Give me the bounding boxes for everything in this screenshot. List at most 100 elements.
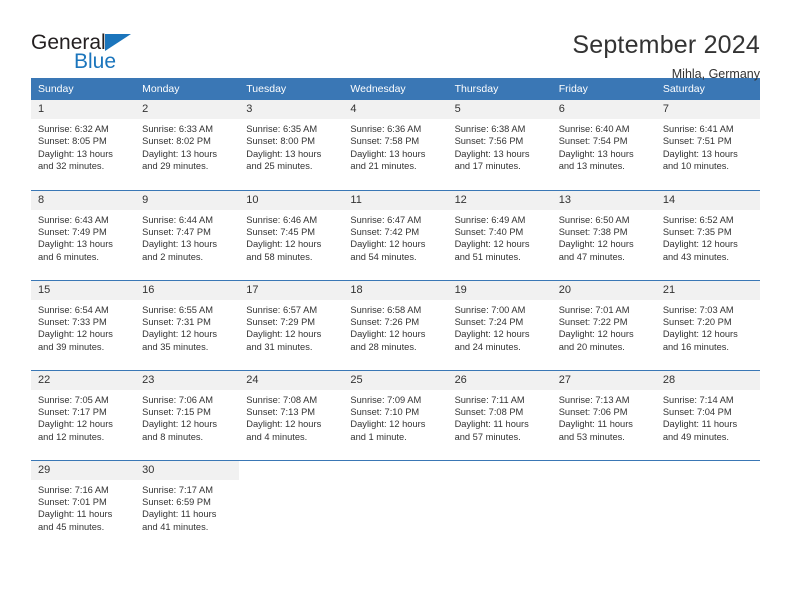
calendar-day-cell[interactable]: 27 Sunrise: 7:13 AM Sunset: 7:06 PM Dayli… bbox=[551, 369, 656, 460]
calendar-body: 1 Sunrise: 6:32 AM Sunset: 8:05 PM Daylig… bbox=[31, 100, 760, 550]
day-sun-info: Sunrise: 6:47 AM Sunset: 7:42 PM Dayligh… bbox=[350, 214, 426, 262]
weekday-header-tuesday: Tuesday bbox=[239, 78, 344, 100]
day-number: 29 bbox=[31, 460, 136, 480]
calendar-day-cell[interactable]: 20 Sunrise: 7:01 AM Sunset: 7:22 PM Dayli… bbox=[551, 279, 656, 370]
day-sun-info: Sunrise: 6:44 AM Sunset: 7:47 PM Dayligh… bbox=[142, 214, 218, 262]
calendar-day-cell[interactable]: 15 Sunrise: 6:54 AM Sunset: 7:33 PM Dayli… bbox=[31, 279, 136, 370]
calendar-day-cell[interactable]: 10 Sunrise: 6:46 AM Sunset: 7:45 PM Dayli… bbox=[239, 189, 344, 280]
calendar-day-cell[interactable]: 14 Sunrise: 6:52 AM Sunset: 7:35 PM Dayli… bbox=[655, 189, 760, 280]
day-number: 9 bbox=[135, 190, 240, 210]
day-sun-info: Sunrise: 6:41 AM Sunset: 7:51 PM Dayligh… bbox=[662, 124, 738, 172]
day-number: 28 bbox=[655, 370, 760, 390]
calendar-day-cell[interactable]: 29 Sunrise: 7:16 AM Sunset: 7:01 PM Dayli… bbox=[31, 459, 136, 550]
calendar-day-cell[interactable]: 23 Sunrise: 7:06 AM Sunset: 7:15 PM Dayli… bbox=[135, 369, 240, 460]
calendar-day-cell-empty bbox=[447, 459, 552, 550]
day-sun-info: Sunrise: 7:05 AM Sunset: 7:17 PM Dayligh… bbox=[38, 394, 113, 442]
calendar-day-cell[interactable]: 8 Sunrise: 6:43 AM Sunset: 7:49 PM Daylig… bbox=[31, 189, 136, 280]
day-number: 26 bbox=[447, 370, 552, 390]
calendar-day-cell[interactable]: 25 Sunrise: 7:09 AM Sunset: 7:10 PM Dayli… bbox=[343, 369, 448, 460]
title-block: September 2024 Mihla, Germany bbox=[572, 30, 760, 82]
day-sun-info: Sunrise: 7:17 AM Sunset: 6:59 PM Dayligh… bbox=[142, 484, 217, 532]
brand-name-blue: Blue bbox=[73, 50, 117, 73]
day-number: 25 bbox=[343, 370, 448, 390]
calendar-week-row: 8 Sunrise: 6:43 AM Sunset: 7:49 PM Daylig… bbox=[31, 189, 760, 280]
day-number: 4 bbox=[343, 100, 448, 119]
calendar-day-cell[interactable]: 26 Sunrise: 7:11 AM Sunset: 7:08 PM Dayli… bbox=[447, 369, 552, 460]
day-number: 16 bbox=[135, 280, 240, 300]
calendar-day-cell[interactable]: 22 Sunrise: 7:05 AM Sunset: 7:17 PM Dayli… bbox=[31, 369, 136, 460]
calendar-day-cell[interactable]: 21 Sunrise: 7:03 AM Sunset: 7:20 PM Dayli… bbox=[655, 279, 760, 370]
calendar-day-cell[interactable]: 24 Sunrise: 7:08 AM Sunset: 7:13 PM Dayli… bbox=[239, 369, 344, 460]
calendar-day-cell-empty bbox=[343, 459, 448, 550]
day-number: 7 bbox=[655, 100, 760, 119]
calendar-day-cell[interactable]: 17 Sunrise: 6:57 AM Sunset: 7:29 PM Dayli… bbox=[239, 279, 344, 370]
weekday-header-monday: Monday bbox=[135, 78, 240, 100]
day-sun-info: Sunrise: 7:08 AM Sunset: 7:13 PM Dayligh… bbox=[246, 394, 322, 442]
calendar-day-cell[interactable]: 7 Sunrise: 6:41 AM Sunset: 7:51 PM Daylig… bbox=[655, 100, 760, 190]
day-sun-info: Sunrise: 7:11 AM Sunset: 7:08 PM Dayligh… bbox=[454, 394, 529, 442]
calendar-day-cell[interactable]: 5 Sunrise: 6:38 AM Sunset: 7:56 PM Daylig… bbox=[447, 100, 552, 190]
day-number: 3 bbox=[239, 100, 344, 119]
weekday-header-wednesday: Wednesday bbox=[343, 78, 448, 100]
weekday-header-thursday: Thursday bbox=[447, 78, 552, 100]
day-sun-info: Sunrise: 6:40 AM Sunset: 7:54 PM Dayligh… bbox=[558, 124, 634, 172]
calendar-day-cell[interactable]: 19 Sunrise: 7:00 AM Sunset: 7:24 PM Dayli… bbox=[447, 279, 552, 370]
calendar-day-cell-empty bbox=[239, 459, 344, 550]
day-number: 6 bbox=[551, 100, 656, 119]
calendar-day-cell-empty bbox=[655, 459, 760, 550]
day-number: 14 bbox=[655, 190, 760, 210]
day-sun-info: Sunrise: 6:36 AM Sunset: 7:58 PM Dayligh… bbox=[350, 124, 426, 172]
generalblue-logo[interactable]: General Blue bbox=[31, 30, 147, 72]
day-number bbox=[551, 460, 656, 480]
calendar-day-cell[interactable]: 1 Sunrise: 6:32 AM Sunset: 8:05 PM Daylig… bbox=[31, 100, 136, 190]
calendar-day-cell[interactable]: 18 Sunrise: 6:58 AM Sunset: 7:26 PM Dayli… bbox=[343, 279, 448, 370]
calendar-day-cell[interactable]: 3 Sunrise: 6:35 AM Sunset: 8:00 PM Daylig… bbox=[239, 100, 344, 190]
calendar-day-cell[interactable]: 9 Sunrise: 6:44 AM Sunset: 7:47 PM Daylig… bbox=[135, 189, 240, 280]
day-number: 22 bbox=[31, 370, 136, 390]
page-title: September 2024 bbox=[572, 31, 760, 59]
calendar-day-cell[interactable]: 13 Sunrise: 6:50 AM Sunset: 7:38 PM Dayli… bbox=[551, 189, 656, 280]
day-number: 2 bbox=[135, 100, 240, 119]
calendar-page: General Blue September 2024 Mihla, Germa… bbox=[0, 0, 792, 612]
day-sun-info: Sunrise: 6:35 AM Sunset: 8:00 PM Dayligh… bbox=[246, 124, 322, 172]
day-sun-info: Sunrise: 6:57 AM Sunset: 7:29 PM Dayligh… bbox=[246, 304, 322, 352]
day-sun-info: Sunrise: 6:49 AM Sunset: 7:40 PM Dayligh… bbox=[454, 214, 530, 262]
day-number: 19 bbox=[447, 280, 552, 300]
calendar-week-row: 22 Sunrise: 7:05 AM Sunset: 7:17 PM Dayli… bbox=[31, 369, 760, 460]
day-number: 1 bbox=[31, 100, 136, 119]
calendar-day-cell[interactable]: 11 Sunrise: 6:47 AM Sunset: 7:42 PM Dayli… bbox=[343, 189, 448, 280]
day-number: 23 bbox=[135, 370, 240, 390]
day-number: 12 bbox=[447, 190, 552, 210]
day-sun-info: Sunrise: 7:01 AM Sunset: 7:22 PM Dayligh… bbox=[558, 304, 634, 352]
day-sun-info: Sunrise: 6:54 AM Sunset: 7:33 PM Dayligh… bbox=[38, 304, 113, 352]
day-number: 11 bbox=[343, 190, 448, 210]
day-sun-info: Sunrise: 7:16 AM Sunset: 7:01 PM Dayligh… bbox=[38, 484, 113, 532]
calendar-week-row: 1 Sunrise: 6:32 AM Sunset: 8:05 PM Daylig… bbox=[31, 100, 760, 190]
day-number: 8 bbox=[31, 190, 136, 210]
day-sun-info: Sunrise: 6:38 AM Sunset: 7:56 PM Dayligh… bbox=[454, 124, 530, 172]
calendar-day-cell[interactable]: 16 Sunrise: 6:55 AM Sunset: 7:31 PM Dayli… bbox=[135, 279, 240, 370]
day-sun-info: Sunrise: 6:46 AM Sunset: 7:45 PM Dayligh… bbox=[246, 214, 322, 262]
day-sun-info: Sunrise: 6:32 AM Sunset: 8:05 PM Dayligh… bbox=[38, 124, 113, 172]
day-sun-info bbox=[656, 480, 760, 484]
calendar-day-cell[interactable]: 28 Sunrise: 7:14 AM Sunset: 7:04 PM Dayli… bbox=[655, 369, 760, 460]
day-sun-info: Sunrise: 7:13 AM Sunset: 7:06 PM Dayligh… bbox=[558, 394, 633, 442]
day-sun-info bbox=[448, 480, 552, 484]
day-number: 20 bbox=[551, 280, 656, 300]
day-sun-info: Sunrise: 6:43 AM Sunset: 7:49 PM Dayligh… bbox=[38, 214, 113, 262]
calendar-day-cell[interactable]: 2 Sunrise: 6:33 AM Sunset: 8:02 PM Daylig… bbox=[135, 100, 240, 190]
day-sun-info: Sunrise: 7:03 AM Sunset: 7:20 PM Dayligh… bbox=[662, 304, 738, 352]
calendar-day-cell[interactable]: 6 Sunrise: 6:40 AM Sunset: 7:54 PM Daylig… bbox=[551, 100, 656, 190]
triangle-flag-icon bbox=[105, 34, 131, 51]
day-number: 24 bbox=[239, 370, 344, 390]
day-sun-info bbox=[343, 480, 447, 484]
day-sun-info: Sunrise: 6:50 AM Sunset: 7:38 PM Dayligh… bbox=[558, 214, 634, 262]
sunrise-sunset-calendar-table: Sunday Monday Tuesday Wednesday Thursday… bbox=[31, 78, 760, 550]
day-sun-info bbox=[239, 480, 343, 484]
calendar-day-cell[interactable]: 4 Sunrise: 6:36 AM Sunset: 7:58 PM Daylig… bbox=[343, 100, 448, 190]
day-number: 5 bbox=[447, 100, 552, 119]
calendar-day-cell[interactable]: 12 Sunrise: 6:49 AM Sunset: 7:40 PM Dayli… bbox=[447, 189, 552, 280]
day-sun-info bbox=[552, 480, 656, 484]
day-number: 18 bbox=[343, 280, 448, 300]
calendar-day-cell[interactable]: 30 Sunrise: 7:17 AM Sunset: 6:59 PM Dayli… bbox=[135, 459, 240, 550]
